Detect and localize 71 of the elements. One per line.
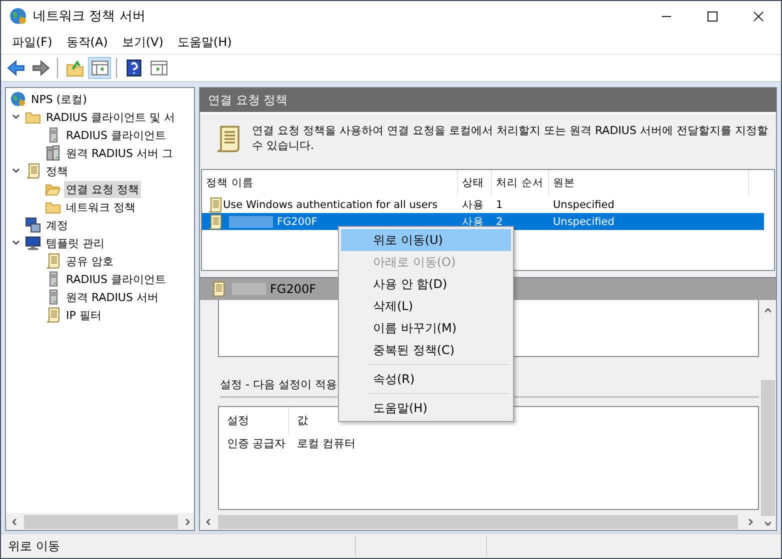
chevron-left-icon xyxy=(206,518,212,524)
menu-item[interactable]: 도움말(H) xyxy=(341,397,511,419)
scroll-icon xyxy=(210,281,226,297)
table-cell-text: 인증 공급자 xyxy=(226,436,286,452)
menu-item[interactable]: 동작(A) xyxy=(59,34,115,51)
pane-header: 연결 요청 정책 xyxy=(200,88,776,114)
menu-item[interactable]: 보기(V) xyxy=(114,34,170,51)
back-arrow-icon xyxy=(6,59,24,77)
globe-icon xyxy=(9,7,27,25)
help-icon xyxy=(124,59,142,77)
status-text: 위로 이동 xyxy=(7,538,61,554)
table-cell-text: 로컬 컴퓨터 xyxy=(296,436,356,452)
tree-item[interactable]: IP 필터 xyxy=(64,306,104,324)
column-header[interactable]: 정책 이름 xyxy=(202,170,458,196)
server-group-icon xyxy=(45,145,61,161)
folder-up-icon xyxy=(66,59,84,77)
menu-item[interactable]: 파일(F) xyxy=(5,34,60,51)
description-text: 연결 요청 정책을 사용하여 연결 요청을 로컬에서 처리할지 또는 원격 RADIUS 서버에 전달할지를 지정할 수 있습니다. xyxy=(252,123,768,154)
scroll-icon xyxy=(45,307,61,323)
window-title: 네트워크 정책 서버 xyxy=(33,8,146,25)
column-header[interactable]: 상태 xyxy=(458,170,492,196)
table-cell: FG200F xyxy=(277,216,318,228)
pane-icon xyxy=(90,59,108,77)
chevron-down-icon xyxy=(764,520,770,526)
tree-item[interactable]: RADIUS 클라이언트 및 서 xyxy=(44,108,177,126)
menu-item[interactable]: 도움말(H) xyxy=(170,34,239,51)
tree-item[interactable]: 네트워크 정책 xyxy=(64,198,138,216)
menu-item[interactable]: 삭제(L) xyxy=(341,295,511,317)
tree-item[interactable]: NPS (로컬) xyxy=(29,90,89,108)
table-cell-text: 1 xyxy=(495,198,504,210)
table-cell: Use Windows authentication for all users xyxy=(223,198,438,210)
menu-item[interactable]: 사용 안 함(D) xyxy=(341,273,511,295)
scroll-icon xyxy=(207,214,223,230)
policy-title: FG200F xyxy=(270,282,316,296)
table-cell-text: 2 xyxy=(495,216,504,228)
tree-item[interactable]: 정책 xyxy=(44,162,70,180)
scroll-icon xyxy=(45,253,61,269)
scrollbar-thumb[interactable] xyxy=(760,380,774,516)
close-icon xyxy=(752,10,764,22)
globe-icon xyxy=(10,91,26,107)
menu-item[interactable]: 중복된 정책(C) xyxy=(341,339,511,361)
pane-icon xyxy=(150,59,168,77)
forward-arrow-icon xyxy=(32,59,50,77)
column-header[interactable]: 원본 xyxy=(549,170,749,196)
maximize-icon xyxy=(706,10,718,22)
tree-item[interactable]: 공유 암호 xyxy=(64,252,116,270)
scroll-icon xyxy=(207,196,223,212)
tree-item[interactable]: 계정 xyxy=(44,216,70,234)
tree-item[interactable]: 원격 RADIUS 서버 그 xyxy=(64,144,175,162)
tree-item[interactable]: 원격 RADIUS 서버 xyxy=(64,288,160,306)
column-header[interactable]: 처리 순서 xyxy=(492,170,549,196)
scrollbar-thumb[interactable] xyxy=(24,514,178,528)
table-cell-text: Unspecified xyxy=(552,198,616,210)
tree-item[interactable]: 템플릿 관리 xyxy=(44,234,106,252)
list-row[interactable]: Use Windows authentication for all users 사용 1 Unspecified xyxy=(202,196,764,213)
menu-item[interactable]: 위로 이동(U) xyxy=(341,229,511,251)
chevron-right-icon xyxy=(747,518,753,524)
table-cell-text: 사용 xyxy=(461,198,485,212)
tree-item[interactable]: RADIUS 클라이언트 xyxy=(64,126,168,144)
column-header[interactable]: 설정 xyxy=(219,407,289,434)
table-cell-text: Unspecified xyxy=(552,216,616,228)
chevron-left-icon xyxy=(12,518,18,524)
scrollbar-thumb[interactable] xyxy=(218,514,738,528)
scroll-icon xyxy=(25,163,41,179)
monitor-icon xyxy=(25,235,41,251)
chevron-up-icon xyxy=(764,308,770,314)
chevron-right-icon xyxy=(184,518,190,524)
computers-icon xyxy=(25,217,41,233)
menu-item[interactable]: 이름 바꾸기(M) xyxy=(341,317,511,339)
tree-item[interactable]: 연결 요청 정책 xyxy=(64,180,141,198)
tree-item[interactable]: RADIUS 클라이언트 xyxy=(64,270,168,288)
